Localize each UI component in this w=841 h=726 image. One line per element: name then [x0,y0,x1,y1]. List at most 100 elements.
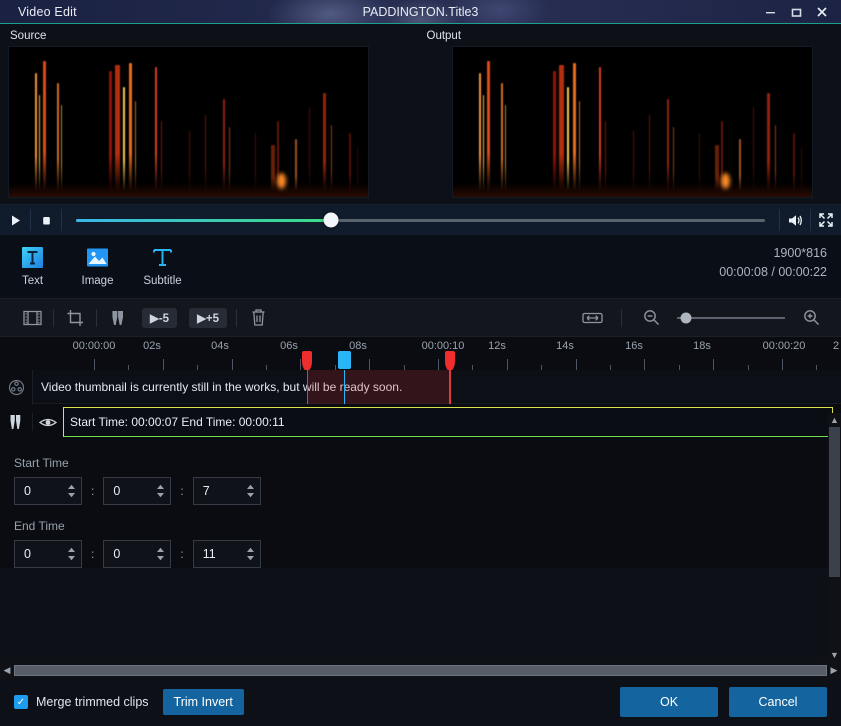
output-panel: Output [421,24,841,204]
ruler-tick [575,359,577,370]
thumbnail-track-row: Video thumbnail is currently still in th… [0,370,841,404]
stepper-arrows-icon[interactable] [156,547,165,561]
ruler-label: 18s [693,340,711,352]
preview-area: Source Output [0,24,841,204]
tool-subtitle[interactable]: Subtitle [130,242,195,287]
split-icon[interactable] [100,304,136,332]
video-light-streak [57,83,59,191]
start-minutes-value: 0 [113,484,121,498]
video-light-streak [572,63,576,191]
ruler-label: 16s [625,340,643,352]
video-light-streak [323,93,326,191]
scroll-right-arrow-icon[interactable]: ▶ [827,665,841,676]
resolution-text: 1900*816 [773,246,827,260]
video-light-streak [161,121,162,191]
vertical-scrollbar[interactable]: ▲ ▼ [828,413,841,662]
window-controls [757,0,835,23]
divider [96,308,97,327]
trim-end-line [450,370,451,404]
horizontal-scrollbar-thumb[interactable] [14,664,827,676]
merge-trimmed-clips-checkbox[interactable]: ✓ [14,695,28,709]
output-video-frame[interactable] [451,46,813,198]
scroll-up-arrow-icon[interactable]: ▲ [828,415,841,425]
cancel-button[interactable]: Cancel [729,687,827,717]
zoom-out-icon[interactable] [633,304,669,332]
ruler-label: 00:00:10 [421,340,465,352]
fullscreen-icon[interactable] [811,204,841,236]
source-panel: Source [0,24,421,204]
video-light-streak [129,63,132,191]
start-time-row: 0 : 0 : 7 [14,477,841,505]
end-time-row: 0 : 0 : 11 [14,540,841,568]
time-display: 00:00:08 / 00:00:22 [719,265,827,279]
fit-width-icon[interactable] [574,304,610,332]
video-light-streak [35,73,37,191]
jump-forward-5-button[interactable]: ▶+5 [189,307,228,328]
start-seconds-stepper[interactable]: 7 [192,477,261,505]
stop-icon[interactable] [31,204,61,236]
stepper-arrows-icon[interactable] [246,484,255,498]
scroll-left-arrow-icon[interactable]: ◀ [0,665,14,676]
zoom-slider[interactable] [677,312,785,323]
playhead-handle[interactable] [338,351,351,369]
trim-end-handle[interactable] [445,351,455,370]
crop-icon[interactable] [57,304,93,332]
volume-icon[interactable] [780,204,810,236]
selected-clip[interactable]: Start Time: 00:00:07 End Time: 00:00:11 [63,407,833,437]
video-light-streak [566,87,569,191]
start-minutes-stepper[interactable]: 0 [103,477,172,505]
vertical-scrollbar-thumb[interactable] [829,427,840,577]
scroll-down-arrow-icon[interactable]: ▼ [828,650,841,660]
video-light-streak [331,125,332,191]
stepper-arrows-icon[interactable] [67,547,76,561]
video-light-streak [666,99,669,191]
horizontal-scrollbar[interactable]: ◀ ▶ [0,662,841,678]
video-light-streak [500,83,503,191]
tool-text[interactable]: Text [0,242,65,287]
video-light-streak [558,65,564,191]
ruler-label: 2 [832,340,840,352]
source-label: Source [10,30,47,42]
play-icon[interactable] [0,204,30,236]
end-minutes-stepper[interactable]: 0 [103,540,172,568]
timeline-ruler[interactable]: 00:00:00 02s 04s 06s 08s 00:00:10 12s 14s 16s 18s… [0,336,841,370]
stepper-arrows-icon[interactable] [67,484,76,498]
trim-start-handle[interactable] [302,351,312,370]
video-light-streak [223,99,225,191]
video-light-streak [189,131,190,191]
ruler-tick [231,359,233,370]
maximize-icon[interactable] [783,0,809,23]
video-light-streak [672,127,674,191]
stepper-arrows-icon[interactable] [246,547,255,561]
tool-image[interactable]: Image [65,242,130,287]
start-hours-stepper[interactable]: 0 [14,477,82,505]
seek-bar[interactable] [62,212,779,228]
zoom-in-icon[interactable] [793,304,829,332]
playhead-line [344,370,345,404]
end-hours-stepper[interactable]: 0 [14,540,82,568]
end-seconds-stepper[interactable]: 11 [192,540,261,568]
trim-invert-button[interactable]: Trim Invert [162,689,244,715]
film-icon[interactable] [14,304,50,332]
trim-start-line [307,370,308,404]
seek-track[interactable] [76,212,765,228]
time-colon: : [91,484,95,498]
ruler-label: 06s [280,340,298,352]
ruler-tick [369,359,371,370]
minimize-icon[interactable] [757,0,783,23]
stepper-arrows-icon[interactable] [156,484,165,498]
seek-handle[interactable] [323,212,339,228]
jump-back-label: ▶-5 [150,312,170,325]
ruler-tick [506,359,508,370]
jump-back-5-button[interactable]: ▶-5 [142,307,178,328]
footer-actions: OK Cancel [620,687,827,717]
zoom-slider-handle[interactable] [680,312,692,323]
tools-row: Text Image Subtitle 1900*816 00:00:08 / … [0,236,841,298]
ruler-tick [94,359,95,370]
eye-visibility-icon[interactable] [33,415,63,429]
source-video-frame[interactable] [8,46,369,198]
close-icon[interactable] [809,0,835,23]
split-track-icon[interactable] [0,413,33,431]
ok-button[interactable]: OK [620,687,718,717]
trash-icon[interactable] [240,304,276,332]
